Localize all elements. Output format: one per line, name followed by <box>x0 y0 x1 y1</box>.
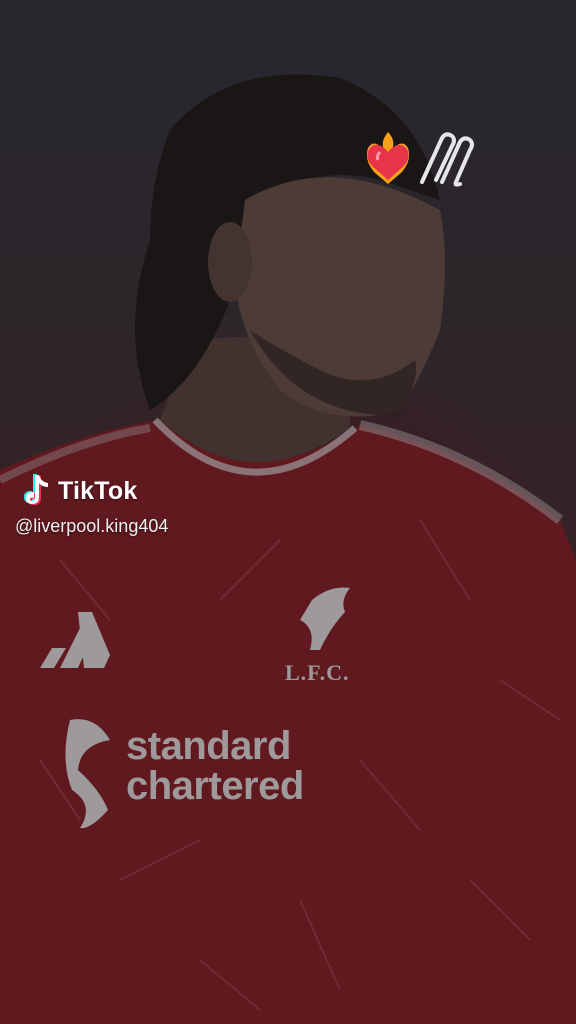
club-initials: L.F.C. <box>285 660 350 685</box>
video-frame[interactable]: L.F.C. standard chartered <box>0 0 576 1024</box>
creator-handle: @liverpool.king404 <box>15 516 169 536</box>
emoji-overlay <box>360 128 480 188</box>
tiktok-icon <box>24 474 48 505</box>
tiktok-watermark: TikTok <box>20 472 137 510</box>
sponsor-line-1: standard <box>126 724 291 768</box>
sponsor-text: standard chartered <box>126 726 304 806</box>
heart-on-fire-emoji <box>366 132 410 184</box>
player-image <box>0 74 576 1024</box>
sponsor-line-2: chartered <box>126 764 304 808</box>
paperclips-emoji <box>420 132 474 187</box>
tiktok-wordmark: TikTok <box>58 476 138 505</box>
